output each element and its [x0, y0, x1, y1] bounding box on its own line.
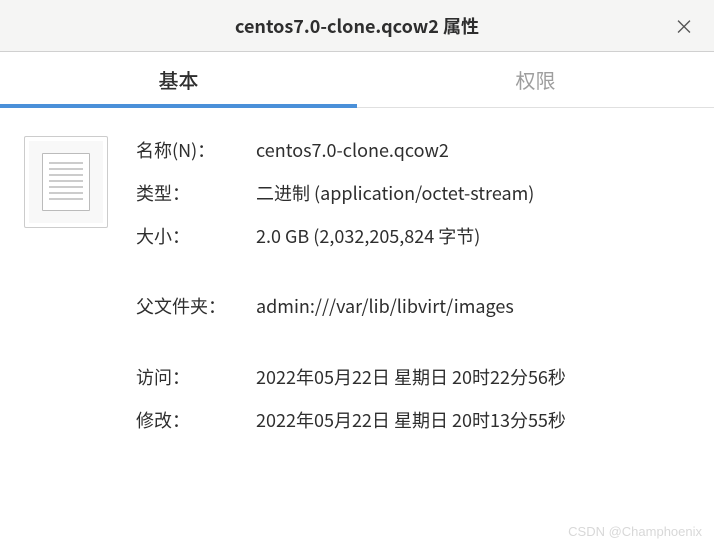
modified-label: 修改：: [136, 406, 256, 435]
file-icon-container: [24, 136, 124, 449]
name-value: centos7.0-clone.qcow2: [256, 136, 690, 165]
tab-permissions[interactable]: 权限: [357, 52, 714, 107]
properties-list: 名称(N)： centos7.0-clone.qcow2 类型： 二进制 (ap…: [124, 136, 690, 449]
type-label: 类型：: [136, 179, 256, 208]
property-row-parent: 父文件夹： admin:///var/lib/libvirt/images: [136, 292, 690, 321]
watermark: CSDN @Champhoenix: [568, 524, 702, 539]
accessed-label: 访问：: [136, 363, 256, 392]
content-area: 名称(N)： centos7.0-clone.qcow2 类型： 二进制 (ap…: [0, 108, 714, 473]
accessed-value: 2022年05月22日 星期日 20时22分56秒: [256, 363, 690, 392]
parent-value: admin:///var/lib/libvirt/images: [256, 292, 690, 321]
file-icon: [24, 136, 108, 228]
size-value: 2.0 GB (2,032,205,824 字节): [256, 222, 690, 251]
type-value: 二进制 (application/octet-stream): [256, 179, 690, 208]
close-button[interactable]: ×: [672, 14, 696, 38]
tabs-container: 基本 权限: [0, 52, 714, 108]
property-row-size: 大小： 2.0 GB (2,032,205,824 字节): [136, 222, 690, 251]
property-row-type: 类型： 二进制 (application/octet-stream): [136, 179, 690, 208]
property-row-accessed: 访问： 2022年05月22日 星期日 20时22分56秒: [136, 363, 690, 392]
document-icon: [42, 153, 90, 211]
tab-basic-label: 基本: [159, 65, 199, 94]
titlebar: centos7.0-clone.qcow2 属性 ×: [0, 0, 714, 52]
size-label: 大小：: [136, 222, 256, 251]
window-title: centos7.0-clone.qcow2 属性: [235, 13, 479, 39]
modified-value: 2022年05月22日 星期日 20时13分55秒: [256, 406, 690, 435]
tab-permissions-label: 权限: [516, 65, 556, 94]
name-label: 名称(N)：: [136, 136, 256, 165]
tab-basic[interactable]: 基本: [0, 52, 357, 107]
parent-label: 父文件夹：: [136, 292, 256, 321]
property-row-name: 名称(N)： centos7.0-clone.qcow2: [136, 136, 690, 165]
property-row-modified: 修改： 2022年05月22日 星期日 20时13分55秒: [136, 406, 690, 435]
